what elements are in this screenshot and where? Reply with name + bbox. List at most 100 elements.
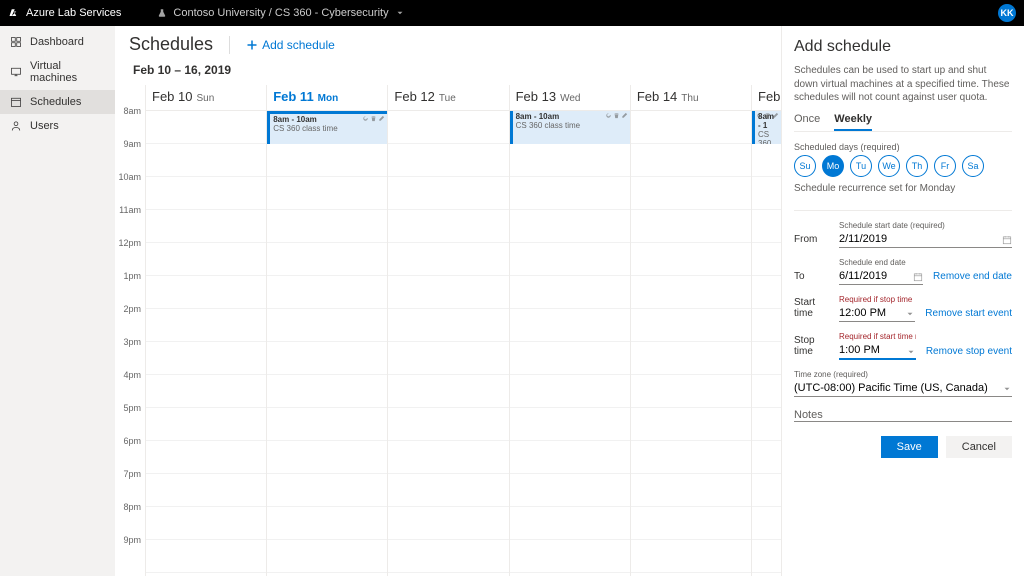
remove-start-event-button[interactable]: Remove start event xyxy=(925,308,1012,322)
vm-icon xyxy=(10,66,22,78)
tz-hint: Time zone (required) xyxy=(794,370,1012,379)
date-range: Feb 10 – 16, 2019 xyxy=(115,59,781,85)
users-icon xyxy=(10,120,22,132)
time-label: 8am xyxy=(115,106,145,139)
edit-icon xyxy=(378,115,385,122)
schedule-icon xyxy=(10,96,22,108)
brand: Azure Lab Services xyxy=(8,7,121,19)
stop-time-hint: Required if start time not set xyxy=(839,332,916,341)
time-label: 9pm xyxy=(115,535,145,568)
avatar[interactable]: KK xyxy=(998,4,1016,22)
cancel-button[interactable]: Cancel xyxy=(946,436,1012,458)
panel-buttons: Save Cancel xyxy=(794,436,1012,458)
divider xyxy=(229,36,230,54)
calendar: 8am9am10am11am12pm1pm2pm3pm4pm5pm6pm7pm8… xyxy=(115,85,781,576)
breadcrumb[interactable]: Contoso University / CS 360 - Cybersecur… xyxy=(157,7,404,19)
day-btn-we[interactable]: We xyxy=(878,155,900,177)
time-label: 11am xyxy=(115,205,145,238)
page-title: Schedules xyxy=(129,34,213,55)
day-header: Feb 12Tue xyxy=(388,85,508,111)
day-header: Feb xyxy=(752,85,781,111)
start-time-input[interactable] xyxy=(839,305,915,322)
day-column: Feb 12Tue xyxy=(387,85,508,576)
tab-once[interactable]: Once xyxy=(794,113,820,131)
edit-icon xyxy=(772,112,779,119)
days-label: Scheduled days (required) xyxy=(794,142,1012,152)
day-column: Feb 10Sun xyxy=(145,85,266,576)
add-schedule-button[interactable]: Add schedule xyxy=(246,38,335,52)
day-header: Feb 13Wed xyxy=(510,85,630,111)
recur-icon xyxy=(605,112,612,119)
row-start-time: Start time Required if stop time not set… xyxy=(794,295,1012,322)
time-label: 9am xyxy=(115,139,145,172)
add-schedule-label: Add schedule xyxy=(262,38,335,52)
delete-icon xyxy=(613,112,620,119)
edit-icon xyxy=(621,112,628,119)
tab-weekly[interactable]: Weekly xyxy=(834,113,872,131)
delete-icon xyxy=(764,112,771,119)
timezone-input[interactable] xyxy=(794,380,1012,397)
panel-description: Schedules can be used to start up and sh… xyxy=(794,64,1012,105)
to-input[interactable] xyxy=(839,268,923,285)
plus-icon xyxy=(246,39,258,51)
sidebar-item-users[interactable]: Users xyxy=(0,114,115,138)
day-header: Feb 14Thu xyxy=(631,85,751,111)
time-label: 10am xyxy=(115,172,145,205)
time-label: 7pm xyxy=(115,469,145,502)
remove-end-date-button[interactable]: Remove end date xyxy=(933,271,1012,285)
days-row: Su Mo Tu We Th Fr Sa xyxy=(794,155,1012,177)
day-btn-tu[interactable]: Tu xyxy=(850,155,872,177)
day-btn-fr[interactable]: Fr xyxy=(934,155,956,177)
time-label: 5pm xyxy=(115,403,145,436)
day-header: Feb 11Mon xyxy=(267,85,387,111)
time-label: 1pm xyxy=(115,271,145,304)
calendar-event[interactable]: 8am - 1CS 360 cla xyxy=(752,111,781,144)
day-btn-th[interactable]: Th xyxy=(906,155,928,177)
notes-field[interactable]: Notes xyxy=(794,407,1012,422)
day-btn-sa[interactable]: Sa xyxy=(962,155,984,177)
save-button[interactable]: Save xyxy=(881,436,938,458)
calendar-event[interactable]: 8am - 10amCS 360 class time xyxy=(267,111,387,144)
day-column: Feb8am - 1CS 360 cla xyxy=(751,85,781,576)
time-label: 6pm xyxy=(115,436,145,469)
from-input[interactable] xyxy=(839,231,1012,248)
row-to: To Schedule end date Remove end date xyxy=(794,258,1012,285)
breadcrumb-text: Contoso University / CS 360 - Cybersecur… xyxy=(173,7,388,19)
calendar-event[interactable]: 8am - 10amCS 360 class time xyxy=(510,111,630,144)
page-header: Schedules Add schedule xyxy=(115,26,781,59)
time-column: 8am9am10am11am12pm1pm2pm3pm4pm5pm6pm7pm8… xyxy=(115,85,145,576)
start-time-hint: Required if stop time not set xyxy=(839,295,915,304)
stop-time-input[interactable] xyxy=(839,342,916,360)
from-hint: Schedule start date (required) xyxy=(839,221,1012,230)
recurrence-message: Schedule recurrence set for Monday xyxy=(794,183,1012,194)
from-label: From xyxy=(794,234,829,248)
day-header: Feb 10Sun xyxy=(146,85,266,111)
day-column: Feb 11Mon8am - 10amCS 360 class time xyxy=(266,85,387,576)
remove-stop-event-button[interactable]: Remove stop event xyxy=(926,346,1012,360)
brand-text: Azure Lab Services xyxy=(26,7,121,19)
time-label: 2pm xyxy=(115,304,145,337)
day-column: Feb 14Thu xyxy=(630,85,751,576)
day-btn-mo[interactable]: Mo xyxy=(822,155,844,177)
sidebar-item-dashboard[interactable]: Dashboard xyxy=(0,30,115,54)
main: Schedules Add schedule Feb 10 – 16, 2019… xyxy=(115,26,781,576)
time-label: 12pm xyxy=(115,238,145,271)
time-label: 8pm xyxy=(115,502,145,535)
notes-label: Notes xyxy=(794,409,823,421)
dashboard-icon xyxy=(10,36,22,48)
tabs: Once Weekly xyxy=(794,113,1012,132)
day-btn-su[interactable]: Su xyxy=(794,155,816,177)
day-column: Feb 13Wed8am - 10amCS 360 class time xyxy=(509,85,630,576)
row-timezone: Time zone (required) xyxy=(794,370,1012,397)
sidebar-item-virtual-machines[interactable]: Virtual machines xyxy=(0,54,115,90)
recur-icon xyxy=(362,115,369,122)
to-label: To xyxy=(794,271,829,285)
lab-icon xyxy=(157,8,167,18)
sidebar: DashboardVirtual machinesSchedulesUsers xyxy=(0,26,115,576)
time-label: 3pm xyxy=(115,337,145,370)
add-schedule-panel: Add schedule Schedules can be used to st… xyxy=(781,26,1024,576)
start-time-label: Start time xyxy=(794,297,829,322)
sidebar-item-schedules[interactable]: Schedules xyxy=(0,90,115,114)
time-label: 4pm xyxy=(115,370,145,403)
delete-icon xyxy=(370,115,377,122)
